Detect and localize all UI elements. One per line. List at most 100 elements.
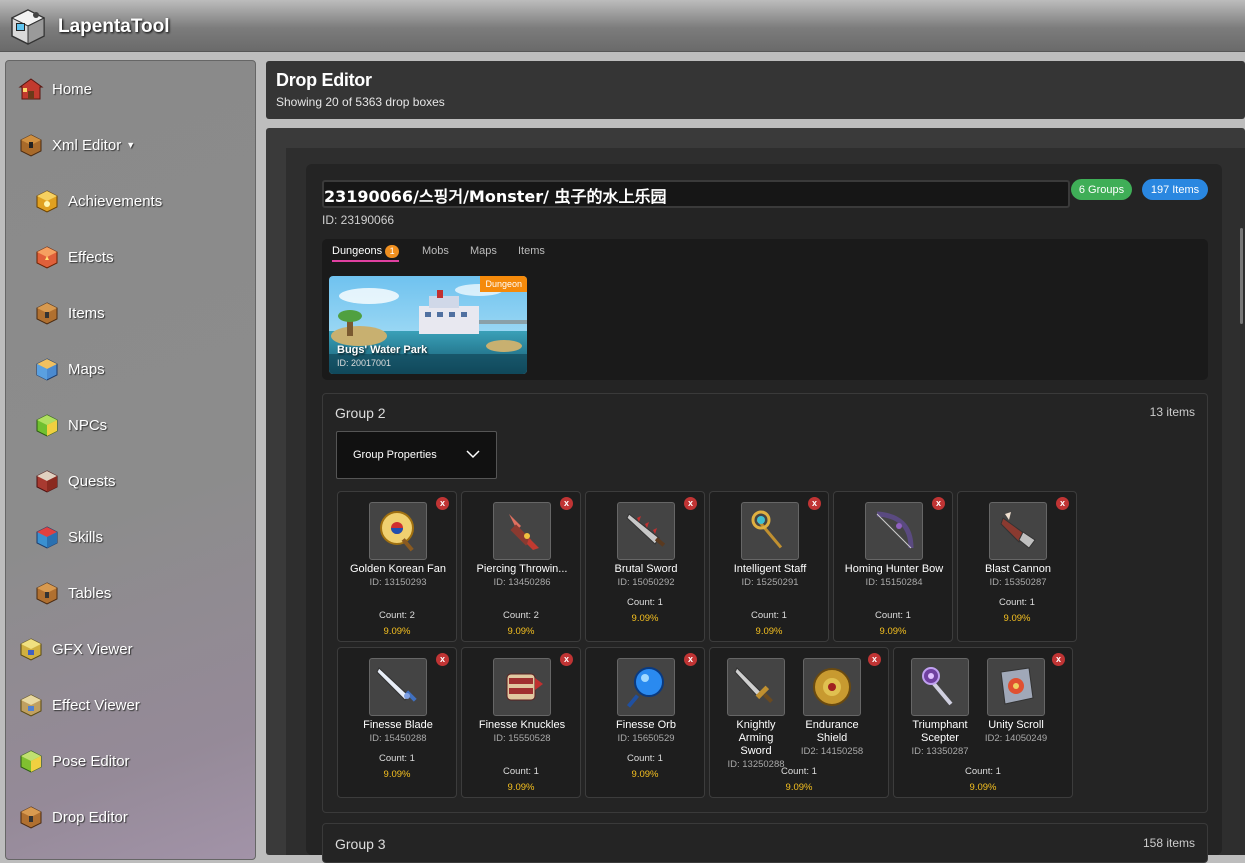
box-icon — [20, 134, 42, 157]
drop-box-id: ID: 23190066 — [322, 213, 395, 227]
page-title: Drop Editor — [276, 70, 372, 90]
items-box-icon — [36, 302, 58, 325]
sidebar-item-label: Quests — [68, 472, 116, 490]
drop-item: Blast Cannon ID: 15350287 — [958, 502, 1078, 588]
remove-item-button[interactable]: x — [684, 497, 697, 510]
sidebar-item-npcs[interactable]: NPCs — [34, 405, 107, 445]
title-bar: LapentaTool — [0, 0, 1245, 52]
npcs-box-icon — [36, 414, 58, 437]
item-drop-rate: 9.09% — [507, 782, 535, 793]
knuckles-icon — [493, 658, 551, 716]
scroll-icon — [987, 658, 1045, 716]
remove-item-button[interactable]: x — [560, 653, 573, 666]
drop-item: Finesse Knuckles ID: 15550528 — [462, 658, 582, 744]
drop-item: Piercing Throwin... ID: 13450286 — [462, 502, 582, 588]
item-drop-rate: 9.09% — [383, 769, 411, 780]
drop-item-cell[interactable]: Finesse Blade ID: 15450288 Count: 1 9.09% x — [337, 647, 457, 798]
item-id: ID2: 14050249 — [984, 733, 1048, 744]
item-count: Count: 1 — [751, 610, 787, 621]
remove-item-button[interactable]: x — [560, 497, 573, 510]
item-name: Homing Hunter Bow — [844, 563, 944, 575]
item-name: Finesse Blade — [363, 719, 433, 731]
item-count: Count: 1 — [781, 766, 817, 777]
drop-item: Intelligent Staff ID: 15250291 — [710, 502, 830, 588]
sidebar-item-effect-viewer[interactable]: Effect Viewer — [18, 685, 140, 725]
drop-item-cell[interactable]: Blast Cannon ID: 15350287 Count: 1 9.09% x — [957, 491, 1077, 642]
item-drop-rate: 9.09% — [755, 626, 783, 637]
drop-item-cell[interactable]: Finesse Orb ID: 15650529 Count: 1 9.09% x — [585, 647, 705, 798]
drop-item-cell[interactable]: Finesse Knuckles ID: 15550528 Count: 1 9.09… — [461, 647, 581, 798]
sidebar-item-label: Achievements — [68, 192, 163, 210]
group-properties-toggle[interactable]: Group Properties — [336, 431, 497, 479]
remove-item-button[interactable]: x — [436, 653, 449, 666]
group-title: Group 2 — [335, 405, 386, 421]
drop-item-cell[interactable]: Knightly Arming Sword ID: 13250288 Enduran… — [709, 647, 889, 798]
sidebar-item-drop-editor[interactable]: Drop Editor — [18, 797, 128, 837]
tab-dungeons[interactable]: Dungeons 1 — [332, 245, 400, 262]
sidebar-item-pose-editor[interactable]: Pose Editor — [18, 741, 130, 781]
sidebar-item-skills[interactable]: Skills — [34, 517, 103, 557]
sidebar-item-items[interactable]: Items — [34, 293, 105, 333]
bow-icon — [865, 502, 923, 560]
sidebar-item-tables[interactable]: Tables — [34, 573, 111, 613]
drop-item-cell[interactable]: Triumphant Scepter ID: 13350287 Unity Scro… — [893, 647, 1073, 798]
item-drop-rate: 9.09% — [969, 782, 997, 793]
dungeon-card[interactable]: Dungeon Bugs' Water Park ID: 20017001 — [329, 276, 527, 374]
drop-item: Finesse Blade ID: 15450288 — [338, 658, 458, 744]
item-id: ID: 13450286 — [493, 577, 551, 588]
drop-item: Golden Korean Fan ID: 13150293 — [338, 502, 458, 588]
sidebar-item-home[interactable]: Home — [18, 69, 92, 109]
drop-item: Knightly Arming Sword ID: 13250288 — [718, 658, 794, 770]
blade-icon — [369, 658, 427, 716]
quests-box-icon — [36, 470, 58, 493]
remove-item-button[interactable]: x — [868, 653, 881, 666]
tab-count-badge: 1 — [385, 245, 400, 258]
item-name: Endurance Shield — [805, 719, 859, 744]
sidebar-item-label: Xml Editor — [52, 136, 122, 154]
remove-item-button[interactable]: x — [436, 497, 449, 510]
group-title: Group 3 — [335, 836, 386, 852]
item-name: Intelligent Staff — [733, 563, 807, 575]
sidebar-item-gfx-viewer[interactable]: GFX Viewer — [18, 629, 133, 669]
remove-item-button[interactable]: x — [808, 497, 821, 510]
scrollbar[interactable] — [1240, 228, 1243, 324]
item-id: ID2: 14150258 — [800, 746, 864, 757]
sidebar-item-maps[interactable]: Maps — [34, 349, 105, 389]
drop-item-cell[interactable]: Piercing Throwin... ID: 13450286 Count: 2 9… — [461, 491, 581, 642]
item-count: Count: 1 — [875, 610, 911, 621]
item-id: ID: 15150284 — [865, 577, 923, 588]
item-id: ID: 15650529 — [617, 733, 675, 744]
tab-label: Dungeons — [332, 245, 383, 257]
shield-icon — [803, 658, 861, 716]
sidebar-item-label: Items — [68, 304, 105, 322]
sidebar-item-xml-editor[interactable]: Xml Editor ▼ — [18, 125, 135, 165]
drop-item-cell[interactable]: Golden Korean Fan ID: 13150293 Count: 2 9.0… — [337, 491, 457, 642]
remove-item-button[interactable]: x — [1056, 497, 1069, 510]
sidebar-item-label: GFX Viewer — [52, 640, 133, 658]
sidebar-item-label: Effects — [68, 248, 114, 266]
tab-mobs[interactable]: Mobs — [422, 245, 449, 257]
tab-items[interactable]: Items — [518, 245, 545, 257]
sidebar-item-achievements[interactable]: Achievements — [34, 181, 162, 221]
chevron-down-icon — [466, 450, 480, 459]
item-id: ID: 15550528 — [493, 733, 551, 744]
tab-maps[interactable]: Maps — [470, 245, 497, 257]
drop-item-cell[interactable]: Intelligent Staff ID: 15250291 Count: 1 9.0… — [709, 491, 829, 642]
sidebar-item-quests[interactable]: Quests — [34, 461, 116, 501]
drop-item: Finesse Orb ID: 15650529 — [586, 658, 706, 744]
remove-item-button[interactable]: x — [684, 653, 697, 666]
pose-box-icon — [20, 750, 42, 773]
group-item-count: 158 items — [1142, 836, 1195, 850]
scepter-icon — [911, 658, 969, 716]
achievement-box-icon — [36, 190, 58, 213]
drop-item-cell[interactable]: Homing Hunter Bow ID: 15150284 Count: 1 9.0… — [833, 491, 953, 642]
drop-box-name-input[interactable] — [322, 180, 1070, 208]
remove-item-button[interactable]: x — [932, 497, 945, 510]
drop-item-cell[interactable]: Brutal Sword ID: 15050292 Count: 1 9.09% x — [585, 491, 705, 642]
chevron-down-icon: ▼ — [126, 140, 136, 150]
sword-icon — [617, 502, 675, 560]
sidebar-item-effects[interactable]: Effects — [34, 237, 114, 277]
item-name: Finesse Knuckles — [478, 719, 566, 731]
item-drop-rate: 9.09% — [785, 782, 813, 793]
remove-item-button[interactable]: x — [1052, 653, 1065, 666]
